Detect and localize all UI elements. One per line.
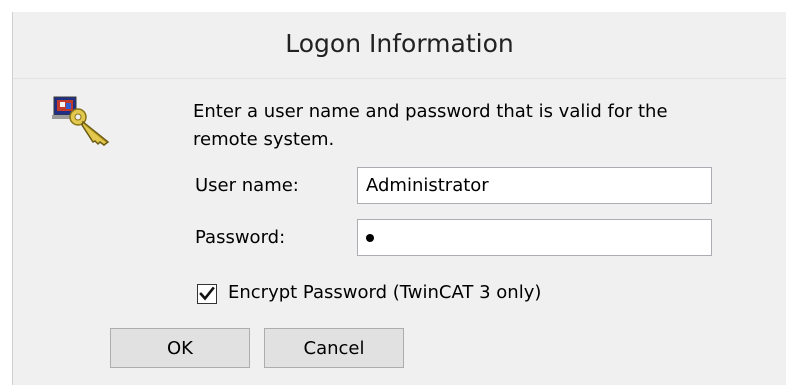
username-field[interactable]: Administrator: [357, 167, 712, 204]
password-label: Password:: [195, 227, 286, 248]
title-divider: [13, 78, 786, 79]
cancel-button[interactable]: Cancel: [264, 328, 404, 368]
checkmark-icon: [199, 286, 215, 301]
dialog-title: Logon Information: [285, 29, 514, 58]
password-field[interactable]: [357, 219, 712, 256]
password-mask-dot: [366, 234, 374, 242]
prompt-text: Enter a user name and password that is v…: [193, 101, 668, 150]
encrypt-password-label[interactable]: Encrypt Password (TwinCAT 3 only): [228, 282, 541, 303]
encrypt-password-checkbox[interactable]: [197, 284, 217, 304]
ok-button[interactable]: OK: [110, 328, 250, 368]
logon-key-icon: [52, 96, 110, 146]
dialog-titlebar: Logon Information: [13, 12, 786, 78]
username-label: User name:: [195, 175, 299, 196]
